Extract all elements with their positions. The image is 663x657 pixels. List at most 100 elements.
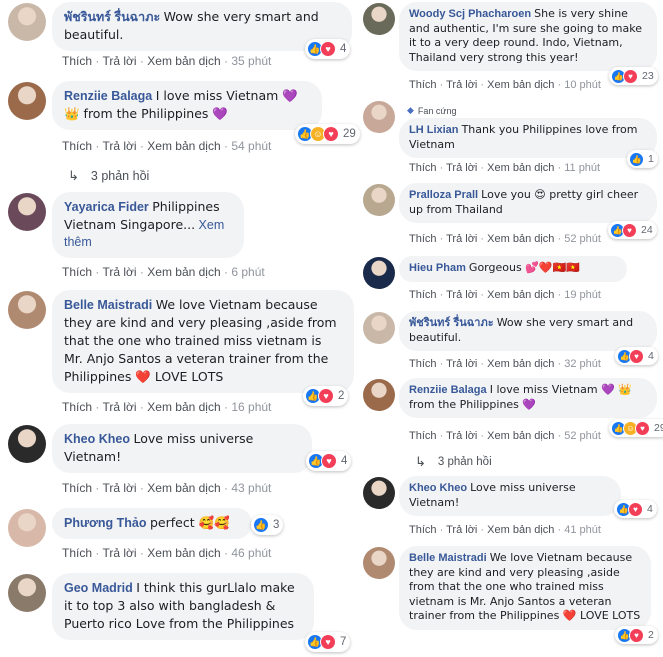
separator: ·	[439, 524, 444, 536]
reaction-summary[interactable]: 👍 ♥ 7	[305, 632, 351, 652]
reaction-summary[interactable]: 👍 ♥ 24	[608, 221, 657, 239]
separator: ·	[439, 79, 444, 91]
separator: ·	[224, 265, 228, 279]
avatar[interactable]	[363, 3, 395, 35]
translate-link[interactable]: Xem bản dịch	[487, 79, 554, 91]
reply-link[interactable]: Trả lời	[446, 162, 477, 174]
comment-author[interactable]: Belle Maistradi	[409, 552, 487, 564]
reply-link[interactable]: Trả lời	[446, 79, 477, 91]
like-link[interactable]: Thích	[62, 546, 92, 560]
avatar[interactable]	[8, 3, 46, 41]
reply-link[interactable]: Trả lời	[102, 400, 136, 414]
reaction-summary[interactable]: 👍 ♥ 2	[615, 626, 658, 644]
translate-link[interactable]: Xem bản dịch	[487, 524, 554, 536]
reaction-summary[interactable]: 👍 ♥ 2	[303, 386, 349, 406]
comment-author[interactable]: Renziie Balaga	[64, 89, 152, 103]
love-reaction-icon: ♥	[623, 68, 638, 84]
translate-link[interactable]: Xem bản dịch	[147, 54, 220, 68]
avatar[interactable]	[363, 184, 395, 216]
reaction-summary[interactable]: 👍 ♥ 4	[615, 347, 658, 365]
reply-link[interactable]: Trả lời	[102, 54, 136, 68]
reaction-count: 29	[654, 422, 663, 434]
separator: ·	[224, 546, 228, 560]
like-link[interactable]: Thích	[409, 524, 437, 536]
avatar[interactable]	[8, 574, 46, 612]
reply-link[interactable]: Trả lời	[446, 430, 477, 442]
comment-author[interactable]: Belle Maistradi	[64, 298, 152, 312]
comment-author[interactable]: Kheo Kheo	[409, 482, 467, 494]
reply-link[interactable]: Trả lời	[102, 546, 136, 560]
reaction-summary[interactable]: 👍 ♥ 4	[305, 39, 351, 59]
like-link[interactable]: Thích	[62, 400, 92, 414]
avatar[interactable]	[363, 547, 395, 579]
love-reaction-icon: ♥	[622, 222, 637, 238]
like-link[interactable]: Thích	[409, 162, 437, 174]
separator: ·	[439, 289, 444, 301]
reply-link[interactable]: Trả lời	[446, 233, 477, 245]
translate-link[interactable]: Xem bản dịch	[487, 289, 554, 301]
comment-author[interactable]: Pralloza Prall	[409, 189, 478, 201]
translate-link[interactable]: Xem bản dịch	[487, 162, 554, 174]
like-link[interactable]: Thích	[62, 139, 92, 153]
translate-link[interactable]: Xem bản dịch	[147, 265, 220, 279]
comment-author[interactable]: Kheo Kheo	[64, 432, 130, 446]
reply-link[interactable]: Trả lời	[102, 265, 136, 279]
reply-link[interactable]: Trả lời	[446, 289, 477, 301]
like-link[interactable]: Thích	[409, 289, 437, 301]
reaction-summary[interactable]: 👍 ☺ ♥ 29	[295, 124, 360, 144]
comment-actions: Thích · Trả lời · Xem bản dịch · 10 phút	[409, 79, 601, 91]
comment-author[interactable]: Geo Madrid	[64, 581, 133, 595]
view-replies-link[interactable]: ↳ 3 phản hồi	[68, 168, 149, 184]
reaction-summary[interactable]: 👍 ♥ 4	[306, 451, 352, 471]
separator: ·	[557, 233, 562, 245]
comment-author[interactable]: Phương Thảo	[64, 516, 147, 530]
like-link[interactable]: Thích	[409, 79, 437, 91]
separator: ·	[557, 430, 562, 442]
translate-link[interactable]: Xem bản dịch	[487, 430, 554, 442]
translate-link[interactable]: Xem bản dịch	[147, 139, 220, 153]
avatar[interactable]	[363, 477, 395, 509]
reply-link[interactable]: Trả lời	[446, 524, 477, 536]
like-link[interactable]: Thích	[62, 481, 92, 495]
comment-author[interactable]: LH Lixian	[409, 124, 459, 136]
translate-link[interactable]: Xem bản dịch	[147, 546, 220, 560]
view-replies-link[interactable]: ↳ 3 phản hồi	[415, 454, 492, 470]
separator: ·	[480, 233, 485, 245]
avatar[interactable]	[8, 425, 46, 463]
translate-link[interactable]: Xem bản dịch	[487, 358, 554, 370]
reaction-summary[interactable]: 👍 ♥ 4	[614, 500, 657, 518]
like-link[interactable]: Thích	[409, 358, 437, 370]
separator: ·	[480, 162, 485, 174]
avatar[interactable]	[363, 379, 395, 411]
translate-link[interactable]: Xem bản dịch	[147, 400, 220, 414]
like-link[interactable]: Thích	[409, 430, 437, 442]
avatar[interactable]	[363, 312, 395, 344]
reaction-summary[interactable]: 👍 ♥ 23	[609, 67, 658, 85]
avatar[interactable]	[8, 291, 46, 329]
reply-link[interactable]: Trả lời	[102, 481, 136, 495]
avatar[interactable]	[8, 193, 46, 231]
avatar[interactable]	[8, 82, 46, 120]
reply-link[interactable]: Trả lời	[446, 358, 477, 370]
avatar[interactable]	[363, 257, 395, 289]
avatar[interactable]	[8, 509, 46, 547]
reaction-summary[interactable]: 👍 3	[251, 515, 284, 535]
separator: ·	[480, 430, 485, 442]
comment-author[interactable]: Hieu Pham	[409, 262, 466, 274]
translate-link[interactable]: Xem bản dịch	[487, 233, 554, 245]
comment-bubble: Yayarica Fider Philippines Vietnam Singa…	[52, 192, 244, 258]
translate-link[interactable]: Xem bản dịch	[147, 481, 220, 495]
badge-label: Fan cứng	[417, 105, 457, 116]
like-link[interactable]: Thích	[409, 233, 437, 245]
comment-author[interactable]: Woody Scj Phacharoen	[409, 8, 531, 20]
comment-author[interactable]: พัชรินทร์ รื่นฉาภะ	[64, 10, 160, 24]
comment-author[interactable]: Renziie Balaga	[409, 384, 487, 396]
reply-link[interactable]: Trả lời	[102, 139, 136, 153]
like-link[interactable]: Thích	[62, 54, 92, 68]
reaction-summary[interactable]: 👍 ☺ ♥ 29	[609, 419, 663, 437]
like-link[interactable]: Thích	[62, 265, 92, 279]
avatar[interactable]	[363, 101, 395, 133]
comment-author[interactable]: Yayarica Fider	[64, 200, 149, 214]
comment-author[interactable]: พัชรินทร์ รื่นฉาภะ	[409, 317, 494, 329]
reaction-summary[interactable]: 👍 1	[627, 150, 658, 168]
